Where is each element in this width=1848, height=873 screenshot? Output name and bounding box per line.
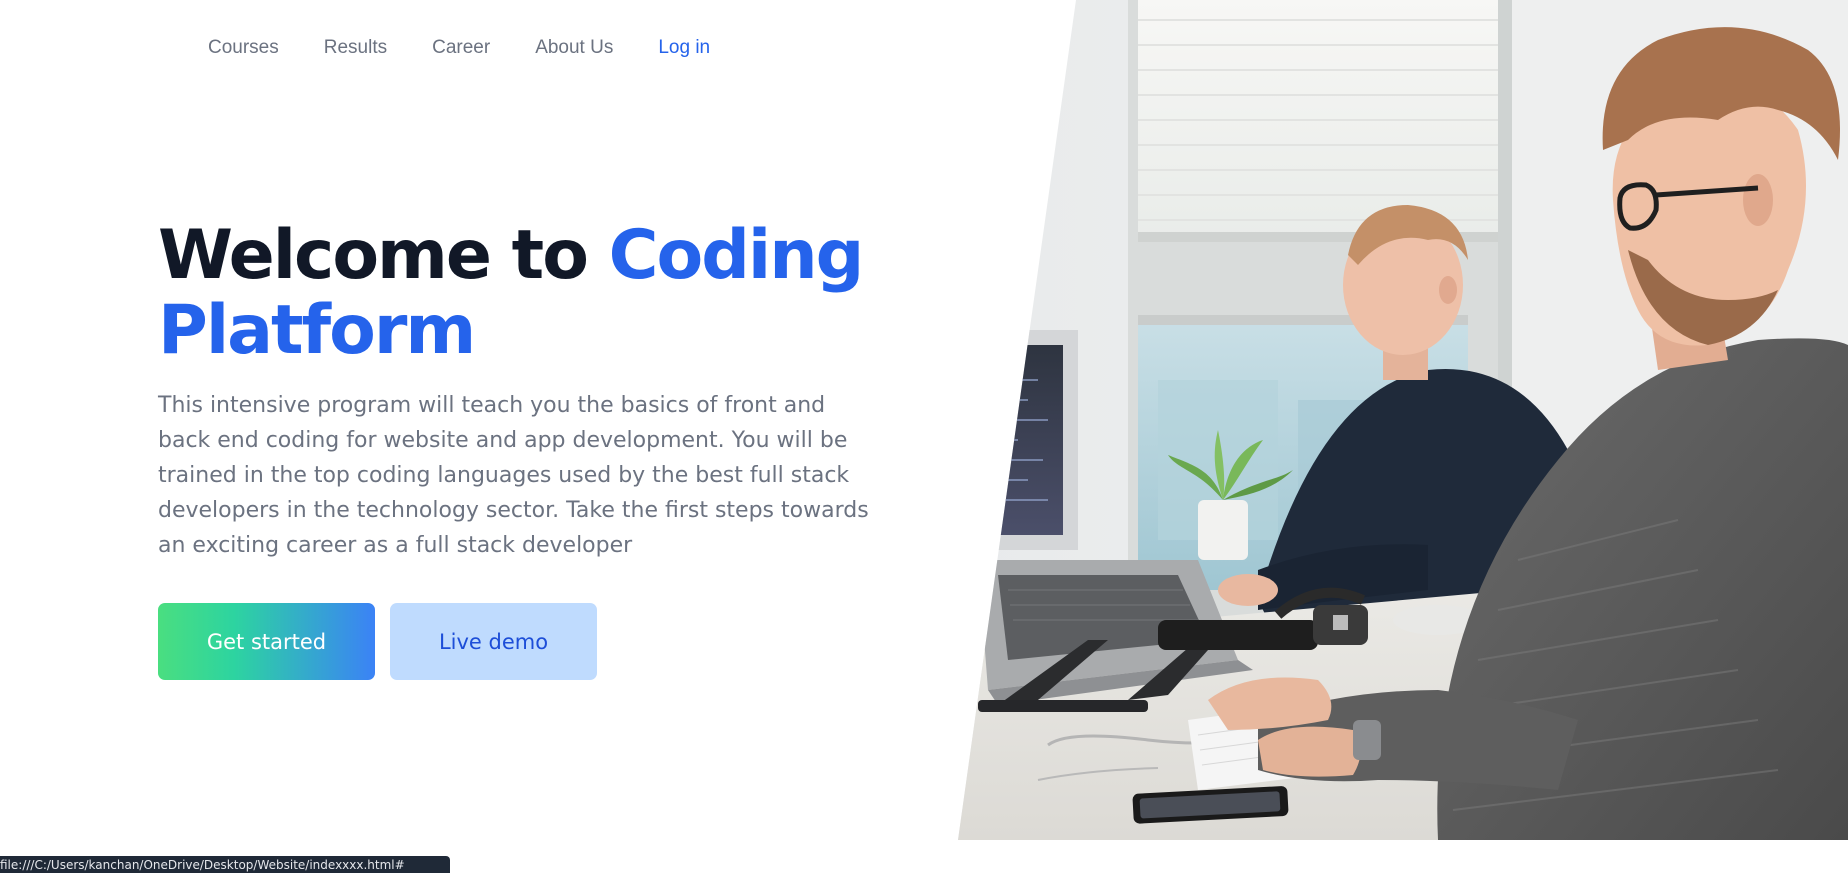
office-developers-photo: [958, 0, 1848, 840]
browser-status-bar: file:///C:/Users/kanchan/OneDrive/Deskto…: [0, 856, 450, 873]
nav-item-career[interactable]: Career: [432, 34, 490, 62]
login-link[interactable]: Log in: [658, 34, 710, 62]
nav-item-about-us[interactable]: About Us: [535, 34, 613, 62]
nav-item-courses[interactable]: Courses: [208, 34, 279, 62]
live-demo-button[interactable]: Live demo: [390, 603, 597, 680]
get-started-button[interactable]: Get started: [158, 603, 375, 680]
hero-title: Welcome to Coding Platform: [158, 218, 958, 368]
hero-description: This intensive program will teach you th…: [158, 393, 869, 558]
landing-page: Courses Results Career About Us Log in W…: [0, 0, 1848, 873]
hero-image: [958, 0, 1848, 840]
nav-item-results[interactable]: Results: [324, 34, 387, 62]
hero-title-main: Welcome to: [158, 216, 609, 295]
main-nav: Courses Results Career About Us Log in: [208, 34, 710, 62]
